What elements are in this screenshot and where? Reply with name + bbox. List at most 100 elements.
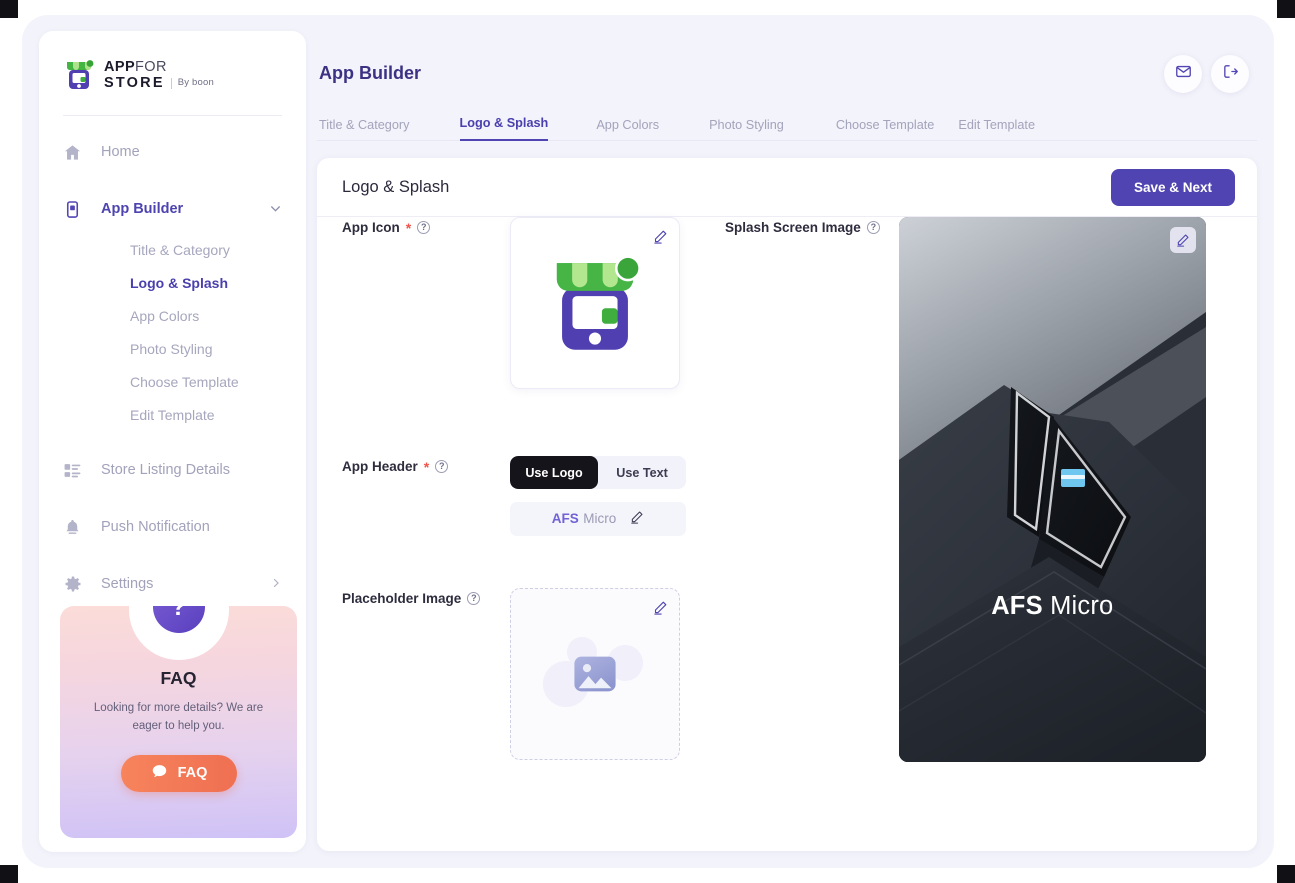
faq-button-label: FAQ [177, 765, 208, 782]
sidebar-subitem-label: App Colors [130, 307, 200, 324]
sidebar-subitem-app-colors[interactable]: App Colors [39, 299, 306, 332]
content-card: Logo & Splash Save & Next App Icon * ? A… [317, 158, 1257, 851]
save-and-next-button[interactable]: Save & Next [1111, 168, 1235, 206]
sidebar-item-push-notification[interactable]: Push Notification [39, 505, 306, 549]
placeholder-image-label-group: Placeholder Image ? [342, 591, 510, 606]
question-mark-icon[interactable]: ? [467, 592, 481, 605]
sidebar-item-label: Settings [101, 576, 154, 593]
sidebar-subitem-label: Photo Styling [130, 340, 213, 357]
splash-screen-label: Splash Screen Image [725, 220, 861, 235]
chevron-right-icon[interactable] [270, 577, 282, 591]
field-app-icon: App Icon * ? [342, 217, 680, 389]
faq-title: FAQ [160, 668, 197, 688]
sidebar-item-home[interactable]: Home [39, 130, 306, 174]
app-builder-icon [63, 200, 89, 219]
mail-button[interactable] [1164, 55, 1202, 93]
sidebar-subitem-photo-styling[interactable]: Photo Styling [39, 332, 306, 365]
app-icon-label-group: App Icon * ? [342, 220, 510, 235]
app-header-logo-preview[interactable]: AFS Micro [510, 502, 686, 536]
tab-logo-splash[interactable]: Logo & Splash [459, 116, 549, 141]
card-header: Logo & Splash Save & Next [317, 158, 1257, 217]
question-mark-icon[interactable]: ? [417, 221, 431, 234]
image-placeholder-icon [574, 656, 616, 692]
sidebar-subitem-logo-splash[interactable]: Logo & Splash [39, 266, 306, 299]
field-app-header: App Header * ? Use Logo Use Text AFS Mic… [342, 456, 686, 536]
tab-title-category[interactable]: Title & Category [319, 118, 410, 141]
sidebar-subitem-label: Edit Template [130, 406, 215, 423]
sidebar-subitem-label: Choose Template [130, 373, 239, 390]
field-placeholder-image: Placeholder Image ? [342, 588, 680, 760]
faq-button[interactable]: FAQ [120, 754, 237, 792]
main-area: App Builder Title & Category Logo & Spla… [317, 31, 1257, 852]
sidebar-subitem-choose-template[interactable]: Choose Template [39, 365, 306, 398]
crop-mark-bottom-left [0, 865, 18, 883]
app-icon-preview[interactable] [510, 217, 680, 389]
app-header-label: App Header [342, 459, 418, 474]
app-header-logo-light: Micro [583, 511, 617, 526]
crop-mark-bottom-right [1277, 865, 1295, 883]
logout-icon [1222, 63, 1239, 85]
toggle-option-use-logo[interactable]: Use Logo [510, 456, 598, 489]
sidebar-item-store-listing-details[interactable]: Store Listing Details [39, 448, 306, 492]
sidebar-item-label: Push Notification [101, 519, 210, 536]
sidebar-nav: Home App Builder Title & Category Logo &… [39, 116, 306, 606]
store-app-icon-green-purple [556, 255, 641, 350]
field-splash-screen-image: Splash Screen Image ? AFS Micro [725, 217, 1206, 762]
logout-button[interactable] [1211, 55, 1249, 93]
sidebar-subitem-title-category[interactable]: Title & Category [39, 233, 306, 266]
required-asterisk: * [423, 458, 430, 475]
list-details-icon [63, 461, 89, 480]
tab-app-colors[interactable]: App Colors [596, 118, 659, 141]
splash-screen-preview[interactable]: AFS Micro [898, 217, 1206, 762]
brand-byline: By boon [170, 77, 214, 89]
faq-subtitle: Looking for more details? We are eager t… [93, 702, 264, 732]
splash-overlay-bold: AFS [991, 592, 1043, 620]
pencil-icon[interactable] [653, 229, 668, 249]
mail-icon [1175, 63, 1192, 85]
crop-mark-top-right [1277, 0, 1295, 18]
question-mark-icon[interactable]: ? [866, 221, 880, 234]
brand-logo[interactable]: APPFOR STORE By boon [39, 31, 306, 91]
brand-line-1: APPFOR [104, 59, 167, 75]
tab-bar-rule [317, 140, 1257, 141]
faq-card: ? FAQ Looking for more details? We are e… [60, 606, 297, 838]
app-header-label-group: App Header * ? [342, 459, 510, 474]
splash-overlay-text: AFS Micro [899, 592, 1206, 621]
sidebar-subitem-label: Logo & Splash [130, 274, 228, 291]
card-title: Logo & Splash [342, 177, 450, 196]
question-mark-icon[interactable]: ? [435, 460, 449, 473]
pencil-icon[interactable] [653, 600, 668, 620]
sidebar-item-settings[interactable]: Settings [39, 562, 306, 606]
tab-photo-styling[interactable]: Photo Styling [709, 118, 784, 141]
brand-line-2: STORE By boon [104, 75, 214, 92]
header-actions [1164, 55, 1249, 93]
crop-mark-top-left [0, 0, 18, 18]
splash-screen-label-group: Splash Screen Image ? [725, 220, 880, 235]
dark-polo-shirt-photo [898, 217, 1206, 762]
sidebar-item-app-builder[interactable]: App Builder [39, 187, 306, 231]
card-body: App Icon * ? App Header * ? Use Logo Use… [317, 217, 1257, 762]
sidebar-subitem-label: Title & Category [130, 241, 230, 258]
app-header-logo-bold: AFS [551, 511, 579, 526]
tab-edit-template[interactable]: Edit Template [958, 118, 1035, 141]
chat-bubble-icon [150, 762, 169, 785]
pencil-icon[interactable] [630, 510, 644, 529]
sidebar-item-label: Store Listing Details [101, 462, 230, 479]
store-app-logo-icon [63, 59, 95, 91]
sidebar-item-label: Home [101, 144, 140, 161]
app-frame: APPFOR STORE By boon Home App Builder Ti… [22, 15, 1274, 868]
sidebar-subitem-edit-template[interactable]: Edit Template [39, 398, 306, 431]
tab-choose-template[interactable]: Choose Template [836, 118, 935, 141]
chevron-down-icon[interactable] [269, 202, 282, 217]
tab-bar: Title & Category Logo & Splash App Color… [317, 109, 1257, 141]
toggle-option-use-text[interactable]: Use Text [598, 456, 686, 489]
app-icon-label: App Icon [342, 220, 400, 235]
sidebar-subnav: Title & Category Logo & Splash App Color… [39, 231, 306, 435]
placeholder-image-label: Placeholder Image [342, 591, 462, 606]
home-icon [63, 143, 89, 162]
required-asterisk: * [405, 219, 412, 236]
page-title: App Builder [319, 63, 421, 83]
placeholder-image-dropzone[interactable] [510, 588, 680, 760]
app-header-mode-toggle: Use Logo Use Text [510, 456, 686, 489]
pencil-icon[interactable] [1169, 227, 1196, 253]
